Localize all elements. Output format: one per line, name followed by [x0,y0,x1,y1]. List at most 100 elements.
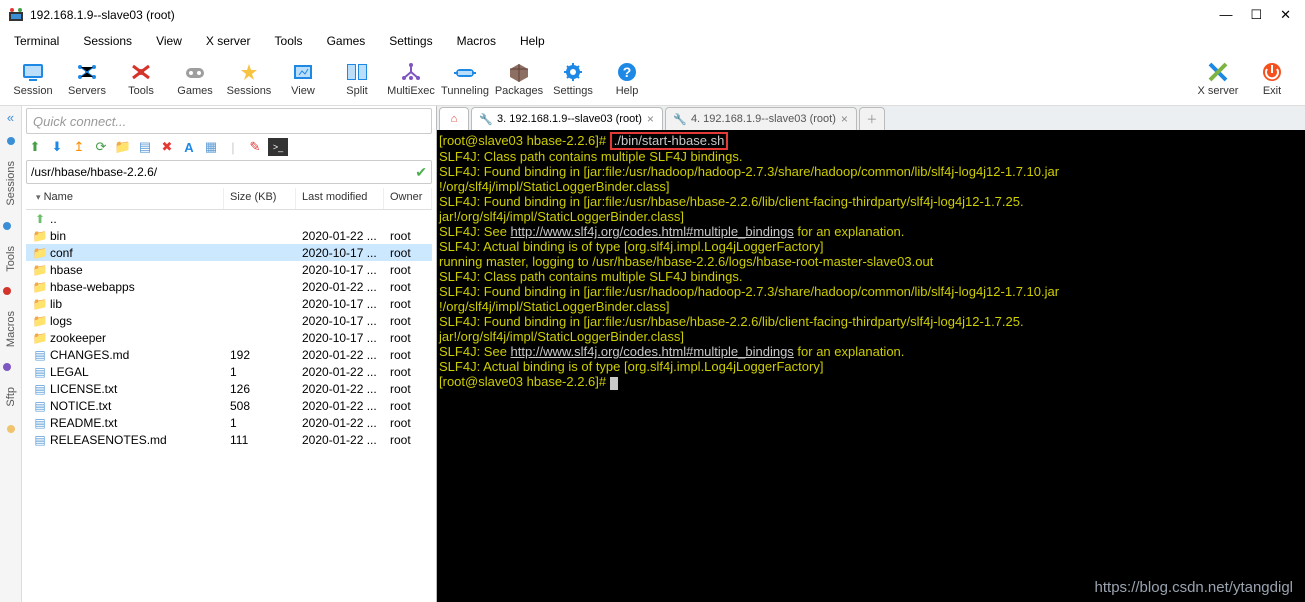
servers-button[interactable]: Servers [60,55,114,103]
edit-icon[interactable]: ▦ [202,138,220,156]
main-toolbar: SessionServersToolsGamesSessionsViewSpli… [0,52,1305,106]
close-button[interactable]: ✕ [1280,7,1291,23]
home-tab[interactable]: ⌂ [439,107,469,130]
path-input[interactable]: /usr/hbase/hbase-2.2.6/ ✔ [26,160,432,184]
col-owner[interactable]: Owner [384,188,432,209]
file-owner: root [384,331,432,345]
rail-tab-macros[interactable]: Macros [3,301,19,357]
folder-icon: 📁 [32,314,48,328]
file-owner: root [384,246,432,260]
new-tab-button[interactable]: ＋ [859,107,885,130]
xserver-button[interactable]: X server [1191,55,1245,103]
file-modified: 2020-10-17 ... [296,246,384,260]
menu-settings[interactable]: Settings [377,31,444,51]
upload-icon[interactable]: ⬆ [26,138,44,156]
file-row[interactable]: ▤RELEASENOTES.md1112020-01-22 ...root [26,431,432,448]
exit-button[interactable]: Exit [1245,55,1299,103]
view-button[interactable]: View [276,55,330,103]
rail-tab-tools[interactable]: Tools [3,236,19,282]
rail-tab-sftp[interactable]: Sftp [3,377,19,417]
settings-icon [560,61,586,83]
multiexec-button[interactable]: MultiExec [384,55,438,103]
packages-button[interactable]: Packages [492,55,546,103]
file-list: ⬆..📁bin2020-01-22 ...root📁conf2020-10-17… [26,210,432,602]
wrench-icon: 🔧 [674,113,686,125]
file-row[interactable]: ▤LICENSE.txt1262020-01-22 ...root [26,380,432,397]
file-row[interactable]: 📁zookeeper2020-10-17 ...root [26,329,432,346]
file-modified: 2020-10-17 ... [296,263,384,277]
menu-terminal[interactable]: Terminal [2,31,71,51]
new-file-icon[interactable]: ▤ [136,138,154,156]
rail-dot [3,363,11,371]
terminal-output[interactable]: [root@slave03 hbase-2.2.6]# ./bin/start-… [437,130,1305,602]
file-icon: ▤ [32,399,48,413]
go-up-icon[interactable]: ↥ [70,138,88,156]
help-button[interactable]: ?Help [600,55,654,103]
tab-close-icon[interactable]: × [647,112,654,126]
file-row[interactable]: 📁logs2020-10-17 ...root [26,312,432,329]
file-row[interactable]: ▤LEGAL12020-01-22 ...root [26,363,432,380]
terminal-tab-active[interactable]: 🔧 3. 192.168.1.9--slave03 (root) × [471,107,663,130]
rename-icon[interactable]: A [180,138,198,156]
split-button[interactable]: Split [330,55,384,103]
col-size[interactable]: Size (KB) [224,188,296,209]
tab-label: 4. 192.168.1.9--slave03 (root) [691,113,836,125]
menu-macros[interactable]: Macros [445,31,508,51]
file-row[interactable]: 📁hbase2020-10-17 ...root [26,261,432,278]
menu-bar: TerminalSessionsViewX serverToolsGamesSe… [0,30,1305,52]
file-modified: 2020-01-22 ... [296,433,384,447]
session-button[interactable]: Session [6,55,60,103]
menu-games[interactable]: Games [315,31,378,51]
menu-x-server[interactable]: X server [194,31,263,51]
menu-view[interactable]: View [144,31,194,51]
delete-icon[interactable]: ✖ [158,138,176,156]
refresh-icon[interactable]: ⟳ [92,138,110,156]
tools-button[interactable]: Tools [114,55,168,103]
settings-button[interactable]: Settings [546,55,600,103]
file-row[interactable]: ▤README.txt12020-01-22 ...root [26,414,432,431]
file-owner: root [384,433,432,447]
tunneling-button[interactable]: Tunneling [438,55,492,103]
new-folder-icon[interactable]: 📁 [114,138,132,156]
games-icon [182,61,208,83]
split-icon [344,61,370,83]
file-row[interactable]: 📁conf2020-10-17 ...root [26,244,432,261]
maximize-button[interactable]: ☐ [1250,7,1262,23]
menu-tools[interactable]: Tools [263,31,315,51]
col-name[interactable]: ▾ Name [26,188,224,209]
file-owner: root [384,229,432,243]
download-icon[interactable]: ⬇ [48,138,66,156]
menu-help[interactable]: Help [508,31,557,51]
file-row[interactable]: 📁lib2020-10-17 ...root [26,295,432,312]
file-modified: 2020-01-22 ... [296,348,384,362]
file-row[interactable]: ▤NOTICE.txt5082020-01-22 ...root [26,397,432,414]
file-owner: root [384,314,432,328]
tab-close-icon[interactable]: × [841,112,848,126]
menu-sessions[interactable]: Sessions [71,31,144,51]
file-row[interactable]: ⬆.. [26,210,432,227]
file-name: bin [50,229,66,243]
file-size: 126 [224,382,296,396]
file-row[interactable]: 📁hbase-webapps2020-01-22 ...root [26,278,432,295]
rail-dot [3,222,11,230]
file-row[interactable]: ▤CHANGES.md1922020-01-22 ...root [26,346,432,363]
minimize-button[interactable]: — [1219,7,1232,23]
file-row[interactable]: 📁bin2020-01-22 ...root [26,227,432,244]
sessions-button[interactable]: Sessions [222,55,276,103]
file-name: LEGAL [50,365,89,379]
quick-connect-input[interactable]: Quick connect... [26,108,432,134]
terminal-tab-inactive[interactable]: 🔧 4. 192.168.1.9--slave03 (root) × [665,107,857,130]
rail-tab-sessions[interactable]: Sessions [3,151,19,216]
col-mod[interactable]: Last modified [296,188,384,209]
terminal-cursor [610,377,618,390]
multiexec-icon [398,61,424,83]
file-name: NOTICE.txt [50,399,111,413]
rail-collapse-icon[interactable]: « [7,110,14,125]
terminal-icon[interactable]: >_ [268,138,288,156]
xserver-icon [1205,61,1231,83]
help-icon: ? [614,61,640,83]
chmod-icon[interactable]: ✎ [246,138,264,156]
games-button[interactable]: Games [168,55,222,103]
folder-icon: 📁 [32,297,48,311]
file-name: README.txt [50,416,117,430]
